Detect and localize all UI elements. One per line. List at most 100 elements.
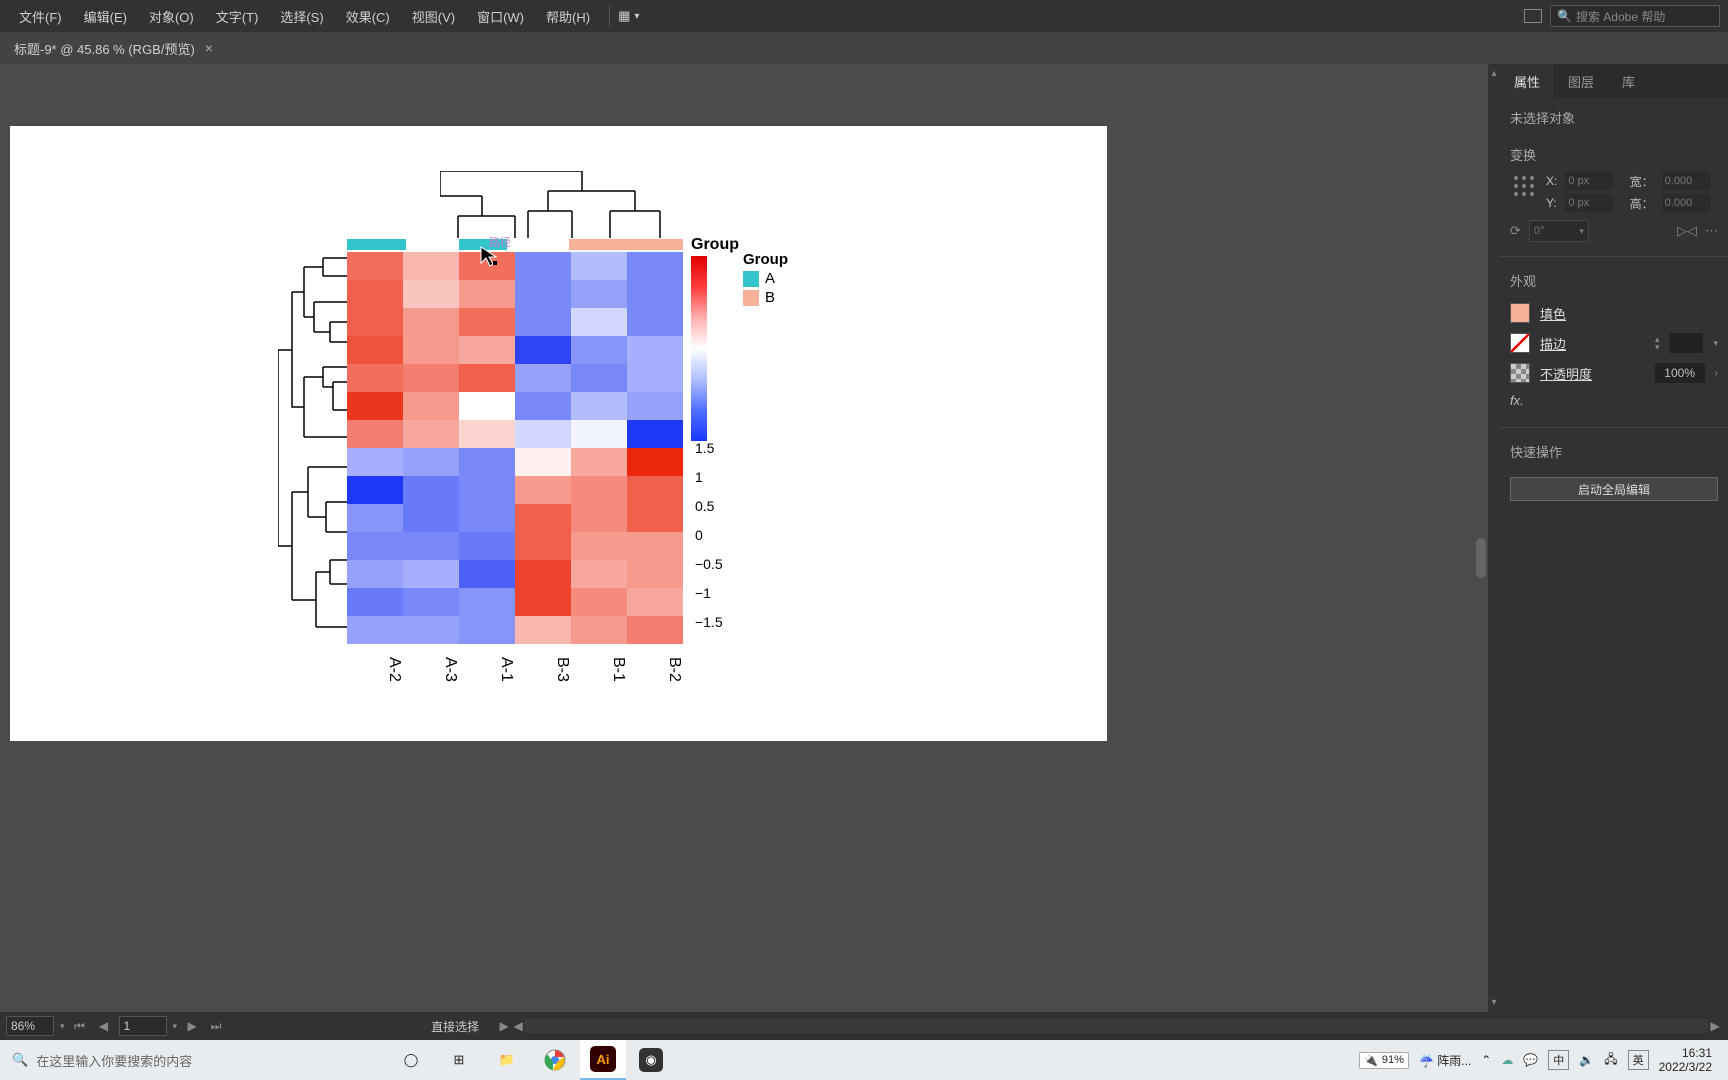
stroke-swatch[interactable] [1510,333,1530,353]
volume-icon[interactable]: 🔉 [1579,1053,1594,1067]
heatmap-cell [403,448,459,476]
prev-artboard-icon[interactable]: ◀ [95,1017,113,1035]
heatmap-cell [459,616,515,644]
heatmap-cell [515,252,571,280]
chevron-down-icon[interactable]: ▾ [634,11,639,22]
horizontal-scrollbar[interactable] [525,1019,1708,1033]
chrome-icon[interactable] [532,1040,578,1080]
battery-indicator[interactable]: 🔌 91% [1359,1052,1409,1069]
onedrive-icon[interactable]: ☁ [1501,1053,1513,1067]
tray-chevron-icon[interactable]: ⌃ [1481,1053,1491,1067]
fx-label[interactable]: fx. [1510,393,1524,408]
menu-效果[interactable]: 效果(C) [335,7,401,26]
menu-文字[interactable]: 文字(T) [205,7,270,26]
x-input[interactable] [1565,172,1613,190]
stroke-label[interactable]: 描边 [1540,334,1645,353]
panel-toggle-icon[interactable] [1524,9,1542,23]
artboard-dropdown-icon[interactable]: ▾ [173,1021,178,1032]
fill-label[interactable]: 填色 [1540,304,1718,323]
heatmap-cell [515,364,571,392]
width-input[interactable] [1662,172,1710,190]
heatmap-cell [459,392,515,420]
rotate-input[interactable]: 0°▾ [1529,220,1589,242]
heatmap-cell [571,616,627,644]
global-edit-button[interactable]: 启动全局编辑 [1510,477,1718,501]
wechat-icon[interactable]: 💬 [1523,1053,1538,1067]
close-icon[interactable]: × [205,40,213,56]
zoom-dropdown-icon[interactable]: ▾ [60,1021,65,1032]
last-artboard-icon[interactable]: ⏭ [207,1017,225,1035]
reference-point-icon[interactable] [1510,172,1538,200]
menu-bar: 文件(F)编辑(E)对象(O)文字(T)选择(S)效果(C)视图(V)窗口(W)… [0,0,1728,32]
document-tab-title: 标题-9* @ 45.86 % (RGB/预览) [14,39,195,58]
canvas[interactable]: .group-bar .group-cell:nth-child(2){marg… [0,64,1488,1012]
heatmap-cell [347,280,403,308]
illustrator-icon[interactable]: Ai [580,1040,626,1080]
heatmap-cell [347,560,403,588]
obs-icon[interactable]: ◉ [628,1040,674,1080]
menu-视图[interactable]: 视图(V) [401,7,466,26]
artboard-select[interactable]: 1 [119,1016,167,1036]
opacity-label[interactable]: 不透明度 [1540,364,1645,383]
next-artboard-icon[interactable]: ▶ [183,1017,201,1035]
doc-arrange-icon[interactable]: ▦ [618,8,630,24]
scroll-left-icon[interactable]: ◀ [511,1018,525,1034]
system-tray: 🔌 91% ☔ 阵雨... ⌃ ☁ 💬 中 🔉 🖧 英 16:31 2022/3… [1359,1046,1722,1074]
stroke-dropdown-icon[interactable]: ▾ [1713,338,1718,349]
network-icon[interactable]: 🖧 [1604,1050,1617,1071]
tab-properties[interactable]: 属性 [1500,64,1554,98]
menu-对象[interactable]: 对象(O) [138,7,205,26]
menu-选择[interactable]: 选择(S) [269,7,334,26]
menu-帮助[interactable]: 帮助(H) [535,7,601,26]
ime-lang-2[interactable]: 英 [1628,1050,1649,1070]
clock[interactable]: 16:31 2022/3/22 [1659,1046,1712,1074]
cortana-icon[interactable]: ◯ [388,1040,434,1080]
heatmap-cell [515,308,571,336]
document-tab-bar: 标题-9* @ 45.86 % (RGB/预览) × [0,32,1728,64]
tab-layers[interactable]: 图层 [1554,64,1608,98]
column-label: B-2 [627,649,683,689]
opacity-more-icon[interactable]: › [1715,368,1718,379]
taskbar-search[interactable]: 🔍 在这里输入你要搜索的内容 [6,1051,386,1070]
heatmap-cell [515,476,571,504]
heatmap-cell [571,448,627,476]
search-icon: 🔍 [12,1052,28,1068]
file-explorer-icon[interactable]: 📁 [484,1040,530,1080]
heatmap-cell [403,252,459,280]
status-bar: 86% ▾ ⏮ ◀ 1 ▾ ▶ ⏭ 直接选择 ▶ ◀ ▶ [0,1012,1728,1040]
collapse-down-icon[interactable]: ▾ [1488,997,1500,1008]
fill-swatch[interactable] [1510,303,1530,323]
search-icon: 🔍 [1557,9,1572,23]
rotate-icon: ⟳ [1510,223,1521,239]
vertical-scrollbar[interactable] [1476,538,1486,578]
tab-library[interactable]: 库 [1608,64,1649,98]
heatmap-cell [403,336,459,364]
opacity-input[interactable]: 100% [1655,363,1705,383]
column-label: A-3 [403,649,459,689]
stroke-weight-field[interactable] [1669,333,1703,353]
menu-窗口[interactable]: 窗口(W) [466,7,535,26]
more-options-icon[interactable]: ⋯ [1705,223,1718,239]
scroll-right-icon[interactable]: ▶ [1708,1018,1722,1034]
artboard[interactable]: .group-bar .group-cell:nth-child(2){marg… [10,126,1107,741]
collapse-up-icon[interactable]: ▴ [1488,68,1500,79]
first-artboard-icon[interactable]: ⏮ [71,1017,89,1035]
menu-编辑[interactable]: 编辑(E) [73,7,138,26]
task-view-icon[interactable]: ⊞ [436,1040,482,1080]
flip-h-icon[interactable]: ▷◁ [1677,223,1697,239]
zoom-select[interactable]: 86% [6,1016,54,1036]
document-tab[interactable]: 标题-9* @ 45.86 % (RGB/预览) × [4,32,223,64]
stroke-weight-stepper[interactable]: ▴▾ [1655,335,1660,351]
heatmap-cell [347,616,403,644]
y-input[interactable] [1565,194,1613,212]
weather-widget[interactable]: ☔ 阵雨... [1419,1052,1471,1069]
heatmap-cell [459,476,515,504]
help-search[interactable]: 🔍 搜索 Adobe 帮助 [1550,5,1720,27]
heatmap-cell [459,336,515,364]
ime-lang-1[interactable]: 中 [1548,1050,1569,1070]
windows-taskbar: 🔍 在这里输入你要搜索的内容 ◯ ⊞ 📁 Ai ◉ 🔌 91% ☔ 阵雨... … [0,1040,1728,1080]
scroll-play-icon[interactable]: ▶ [497,1018,511,1034]
height-input[interactable] [1662,194,1710,212]
menu-文件[interactable]: 文件(F) [8,7,73,26]
heatmap-cell [403,280,459,308]
